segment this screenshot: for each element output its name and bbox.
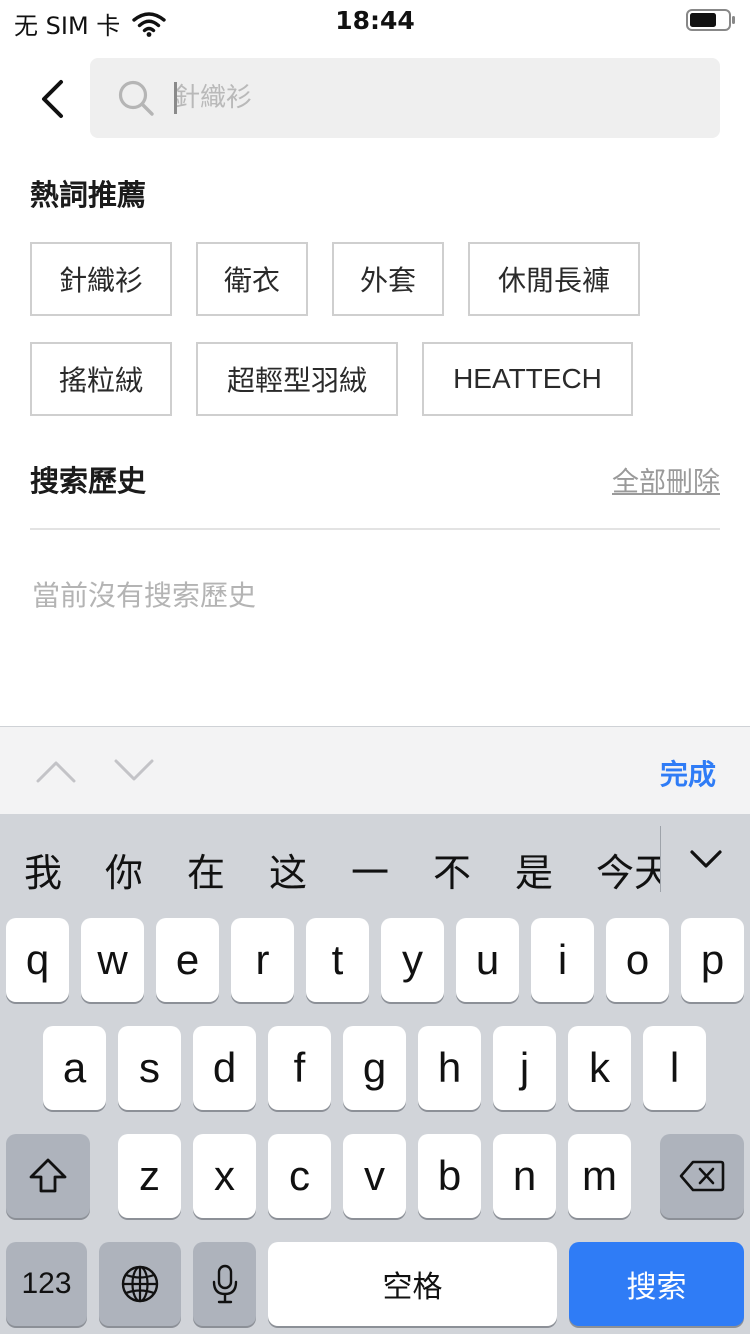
- candidate-word[interactable]: 在: [187, 842, 225, 897]
- key-v[interactable]: v: [343, 1134, 406, 1218]
- hot-tag[interactable]: 衛衣: [196, 242, 308, 316]
- key-k[interactable]: k: [568, 1026, 631, 1110]
- hot-tag[interactable]: 外套: [332, 242, 444, 316]
- key-f[interactable]: f: [268, 1026, 331, 1110]
- globe-icon: [121, 1265, 159, 1303]
- globe-key[interactable]: [99, 1242, 181, 1326]
- key-o[interactable]: o: [606, 918, 669, 1002]
- candidate-word[interactable]: 是: [515, 842, 553, 897]
- hot-tag[interactable]: 搖粒絨: [30, 342, 172, 416]
- key-d[interactable]: d: [193, 1026, 256, 1110]
- candidate-word[interactable]: 我: [24, 842, 62, 897]
- battery-icon: [686, 9, 735, 31]
- hot-words-title: 熱詞推薦: [30, 178, 147, 212]
- history-empty-text: 當前沒有搜索歷史: [32, 579, 257, 612]
- keyboard-accessory-bar: 完成: [0, 726, 750, 814]
- key-s[interactable]: s: [118, 1026, 181, 1110]
- chevron-down-icon[interactable]: [686, 844, 726, 876]
- delete-key[interactable]: [660, 1134, 744, 1218]
- chevron-left-icon: [42, 80, 63, 118]
- key-t[interactable]: t: [306, 918, 369, 1002]
- key-a[interactable]: a: [43, 1026, 106, 1110]
- key-l[interactable]: l: [643, 1026, 706, 1110]
- key-h[interactable]: h: [418, 1026, 481, 1110]
- key-p[interactable]: p: [681, 918, 744, 1002]
- divider: [30, 528, 720, 530]
- hot-tag[interactable]: 休閒長褲: [468, 242, 640, 316]
- numbers-key[interactable]: 123: [6, 1242, 87, 1326]
- search-bar[interactable]: [90, 58, 720, 138]
- back-button[interactable]: [30, 76, 74, 122]
- candidate-word[interactable]: 一: [351, 842, 389, 897]
- key-r[interactable]: r: [231, 918, 294, 1002]
- done-button[interactable]: 完成: [660, 753, 716, 793]
- candidate-clip: 今天: [596, 814, 660, 914]
- key-u[interactable]: u: [456, 918, 519, 1002]
- key-w[interactable]: w: [81, 918, 144, 1002]
- key-i[interactable]: i: [531, 918, 594, 1002]
- chevron-down-icon[interactable]: [112, 753, 156, 789]
- key-c[interactable]: c: [268, 1134, 331, 1218]
- shift-icon: [29, 1158, 67, 1193]
- candidate-divider: [660, 826, 661, 892]
- key-n[interactable]: n: [493, 1134, 556, 1218]
- candidate-word[interactable]: 这: [269, 842, 307, 897]
- microphone-icon: [212, 1264, 237, 1304]
- key-j[interactable]: j: [493, 1026, 556, 1110]
- shift-key[interactable]: [6, 1134, 90, 1218]
- backspace-icon: [679, 1160, 725, 1192]
- microphone-key[interactable]: [193, 1242, 256, 1326]
- key-y[interactable]: y: [381, 918, 444, 1002]
- candidate-bar: 我 你 在 这 一 不 是 今天: [0, 814, 750, 914]
- candidate-word[interactable]: 你: [105, 842, 143, 897]
- status-time: 18:44: [335, 6, 415, 35]
- text-caret: [174, 82, 177, 114]
- key-x[interactable]: x: [193, 1134, 256, 1218]
- candidate-word[interactable]: 不: [433, 842, 471, 897]
- hot-tag[interactable]: 超輕型羽絨: [196, 342, 398, 416]
- key-b[interactable]: b: [418, 1134, 481, 1218]
- clear-history-button[interactable]: 全部刪除: [612, 460, 720, 499]
- key-m[interactable]: m: [568, 1134, 631, 1218]
- hot-tag[interactable]: 針織衫: [30, 242, 172, 316]
- key-e[interactable]: e: [156, 918, 219, 1002]
- key-z[interactable]: z: [118, 1134, 181, 1218]
- search-icon: [118, 80, 154, 116]
- candidate-word[interactable]: 今天: [596, 842, 660, 897]
- hot-tag[interactable]: HEATTECH: [422, 342, 633, 416]
- key-g[interactable]: g: [343, 1026, 406, 1110]
- history-title: 搜索歷史: [30, 464, 147, 498]
- keyboard: 我 你 在 这 一 不 是 今天 q w e r t y u i o p a s…: [0, 814, 750, 1334]
- key-q[interactable]: q: [6, 918, 69, 1002]
- status-bar: 无 SIM 卡 18:44: [0, 0, 750, 40]
- space-key[interactable]: 空格: [268, 1242, 557, 1326]
- search-input[interactable]: [174, 72, 694, 124]
- chevron-up-icon[interactable]: [34, 753, 78, 789]
- search-key[interactable]: 搜索: [569, 1242, 744, 1326]
